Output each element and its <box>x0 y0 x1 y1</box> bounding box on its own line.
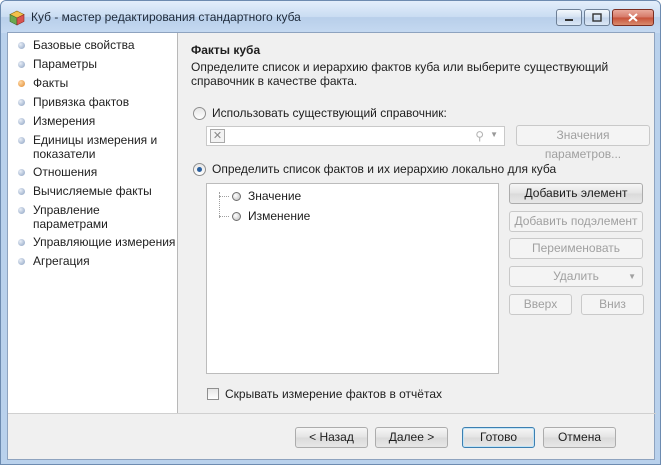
tree-item-change[interactable]: Изменение <box>219 209 310 223</box>
use-existing-radio[interactable] <box>193 106 206 120</box>
sidebar-item-label: Измерения <box>33 114 96 128</box>
delete-label: Удалить <box>553 269 599 283</box>
parameter-values-button[interactable]: Значения параметров... <box>516 125 650 161</box>
step-bullet-active-icon <box>18 80 25 87</box>
sidebar-item-dimensions[interactable]: Измерения <box>8 112 177 131</box>
wizard-steps-sidebar: Базовые свойства Параметры Факты Привязк… <box>8 33 178 413</box>
page-title: Факты куба <box>191 43 261 57</box>
window-title: Куб - мастер редактирования стандартного… <box>31 10 301 24</box>
cube-app-icon <box>9 10 25 26</box>
step-bullet-icon <box>18 137 25 144</box>
step-bullet-icon <box>18 42 25 49</box>
sidebar-item-aggregation[interactable]: Агрегация <box>8 252 177 271</box>
wizard-footer: < Назад Далее > Готово Отмена <box>8 413 656 461</box>
hide-dimension-option[interactable]: Скрывать измерение фактов в отчётах <box>207 387 442 401</box>
maximize-button[interactable] <box>584 9 610 26</box>
tree-item-label: Изменение <box>248 209 311 223</box>
move-up-button[interactable]: Вверх <box>509 294 572 315</box>
sidebar-item-label: Отношения <box>33 165 98 179</box>
fact-node-icon <box>232 191 241 201</box>
hide-dimension-checkbox[interactable] <box>207 388 219 400</box>
title-bar: Куб - мастер редактирования стандартного… <box>1 1 660 33</box>
step-bullet-icon <box>18 61 25 68</box>
sidebar-item-fact-binding[interactable]: Привязка фактов <box>8 93 177 112</box>
wizard-window: Куб - мастер редактирования стандартного… <box>0 0 661 465</box>
sidebar-item-label: Базовые свойства <box>33 38 135 52</box>
dropdown-arrow-icon: ▼ <box>628 272 636 281</box>
clear-icon[interactable]: ✕ <box>210 129 225 143</box>
chevron-down-icon[interactable]: ▼ <box>490 130 498 139</box>
wizard-client-area: Базовые свойства Параметры Факты Привязк… <box>7 32 656 461</box>
search-icon[interactable]: ⚲ <box>475 129 484 143</box>
maximize-icon <box>592 13 602 22</box>
step-bullet-icon <box>18 99 25 106</box>
sidebar-item-label: Параметры <box>33 57 97 71</box>
cancel-button[interactable]: Отмена <box>543 427 616 448</box>
rename-button[interactable]: Переименовать <box>509 238 643 259</box>
sidebar-item-relations[interactable]: Отношения <box>8 163 177 182</box>
step-bullet-icon <box>18 207 25 214</box>
step-bullet-icon <box>18 118 25 125</box>
use-existing-dictionary-option[interactable]: Использовать существующий справочник: <box>193 106 447 120</box>
sidebar-item-label: Управляющие измерения <box>33 235 176 249</box>
minimize-icon <box>565 18 573 21</box>
step-bullet-icon <box>18 188 25 195</box>
close-button[interactable] <box>612 9 654 26</box>
define-local-option[interactable]: Определить список фактов и их иерархию л… <box>193 162 556 176</box>
sidebar-item-parameter-management[interactable]: Управление параметрами <box>8 201 177 233</box>
move-down-button[interactable]: Вниз <box>581 294 644 315</box>
step-bullet-icon <box>18 169 25 176</box>
back-button[interactable]: < Назад <box>295 427 368 448</box>
define-local-radio[interactable] <box>193 162 206 176</box>
delete-button[interactable]: Удалить ▼ <box>509 266 643 287</box>
close-icon <box>628 13 638 22</box>
sidebar-item-facts[interactable]: Факты <box>8 74 177 93</box>
add-element-button[interactable]: Добавить элемент <box>509 183 643 204</box>
sidebar-item-base-properties[interactable]: Базовые свойства <box>8 36 177 55</box>
hide-dimension-label: Скрывать измерение фактов в отчётах <box>225 387 443 401</box>
next-button[interactable]: Далее > <box>375 427 448 448</box>
use-existing-label: Использовать существующий справочник: <box>212 106 447 120</box>
add-subelement-button[interactable]: Добавить подэлемент <box>509 211 643 232</box>
sidebar-item-label: Единицы измерения и показатели <box>33 133 158 161</box>
tree-item-value[interactable]: Значение <box>219 189 301 203</box>
define-local-label: Определить список фактов и их иерархию л… <box>212 162 557 176</box>
sidebar-item-units-indicators[interactable]: Единицы измерения и показатели <box>8 131 177 163</box>
sidebar-item-label: Управление параметрами <box>33 203 108 231</box>
sidebar-item-label: Вычисляемые факты <box>33 184 152 198</box>
dictionary-select[interactable]: ✕ ⚲ ▼ <box>206 126 505 146</box>
wizard-page-facts: Факты куба Определите список и иерархию … <box>179 33 656 413</box>
sidebar-item-parameters[interactable]: Параметры <box>8 55 177 74</box>
sidebar-item-calculated-facts[interactable]: Вычисляемые факты <box>8 182 177 201</box>
fact-node-icon <box>232 211 241 221</box>
sidebar-item-label: Агрегация <box>33 254 90 268</box>
finish-button[interactable]: Готово <box>462 427 535 448</box>
tree-item-label: Значение <box>248 189 302 203</box>
facts-tree[interactable]: Значение Изменение <box>206 183 499 374</box>
page-description: Определите список и иерархию фактов куба… <box>191 60 609 88</box>
sidebar-item-control-dimensions[interactable]: Управляющие измерения <box>8 233 177 252</box>
step-bullet-icon <box>18 239 25 246</box>
minimize-button[interactable] <box>556 9 582 26</box>
sidebar-item-label: Привязка фактов <box>33 95 130 109</box>
sidebar-item-label: Факты <box>33 76 69 90</box>
step-bullet-icon <box>18 258 25 265</box>
